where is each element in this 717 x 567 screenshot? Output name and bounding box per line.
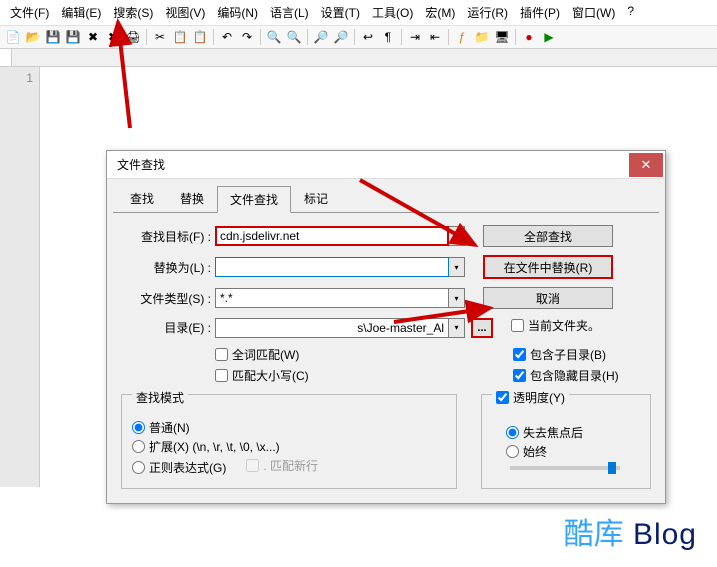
monitor-icon[interactable]: 🖥 (493, 28, 511, 46)
transparency-group: 透明度(Y) 失去焦点后 始终 (481, 394, 651, 489)
chevron-down-icon[interactable]: ▾ (449, 226, 465, 246)
current-folder-checkbox[interactable] (511, 319, 524, 332)
cut-icon[interactable]: ✂ (151, 28, 169, 46)
func-icon[interactable]: ƒ (453, 28, 471, 46)
menu-run[interactable]: 运行(R) (461, 2, 514, 23)
include-subdir-label: 包含子目录(B) (530, 346, 606, 363)
file-tabstrip (0, 49, 717, 67)
play-icon[interactable]: ▶ (540, 28, 558, 46)
file-tab[interactable] (0, 49, 12, 66)
saveall-icon[interactable]: 💾 (64, 28, 82, 46)
replace-icon[interactable]: 🔍 (285, 28, 303, 46)
include-hidden-label: 包含隐藏目录(H) (530, 367, 619, 384)
match-case-checkbox[interactable] (215, 369, 228, 382)
dir-label: 目录(E) : (121, 319, 215, 336)
wrap-icon[interactable]: ↩ (359, 28, 377, 46)
find-in-files-dialog: 文件查找 ✕ 查找 替换 文件查找 标记 查找目标(F) : ▾ 全部查找 替换… (106, 150, 666, 504)
print-icon[interactable]: 🖨 (124, 28, 142, 46)
menu-lang[interactable]: 语言(L) (264, 2, 315, 23)
match-case-label: 匹配大小写(C) (232, 367, 309, 384)
mode-normal-label: 普通(N) (149, 419, 190, 436)
menu-tools[interactable]: 工具(O) (366, 2, 419, 23)
new-icon[interactable]: 📄 (4, 28, 22, 46)
toolbar: 📄 📂 💾 💾 ✖ ✖ 🖨 ✂ 📋 📋 ↶ ↷ 🔍 🔍 🔎 🔎 ↩ ¶ ⇥ ⇤ … (0, 26, 717, 49)
dialog-tabs: 查找 替换 文件查找 标记 (107, 179, 665, 212)
transparency-label: 透明度(Y) (513, 389, 565, 406)
chevron-down-icon[interactable]: ▾ (449, 257, 465, 277)
menu-edit[interactable]: 编辑(E) (55, 2, 107, 23)
menu-macro[interactable]: 宏(M) (419, 2, 461, 23)
paste-icon[interactable]: 📋 (191, 28, 209, 46)
filetype-input[interactable] (215, 288, 449, 308)
save-icon[interactable]: 💾 (44, 28, 62, 46)
mode-normal-radio[interactable] (132, 421, 145, 434)
indent-icon[interactable]: ⇥ (406, 28, 424, 46)
menu-encoding[interactable]: 编码(N) (211, 2, 264, 23)
menu-settings[interactable]: 设置(T) (315, 2, 366, 23)
whole-word-checkbox[interactable] (215, 348, 228, 361)
dialog-body: 查找目标(F) : ▾ 全部查找 替换为(L) : ▾ 在文件中替换(R) 文件… (113, 212, 659, 497)
browse-button[interactable]: ... (471, 318, 493, 338)
undo-icon[interactable]: ↶ (218, 28, 236, 46)
current-folder-label: 当前文件夹。 (528, 317, 600, 334)
tab-mark[interactable]: 标记 (291, 185, 341, 212)
transparency-checkbox[interactable] (496, 391, 509, 404)
close-icon[interactable]: ✖ (84, 28, 102, 46)
transp-always-label: 始终 (523, 443, 547, 460)
outdent-icon[interactable]: ⇤ (426, 28, 444, 46)
menu-window[interactable]: 窗口(W) (566, 2, 621, 23)
folder-icon[interactable]: 📁 (473, 28, 491, 46)
menu-bar: 文件(F) 编辑(E) 搜索(S) 视图(V) 编码(N) 语言(L) 设置(T… (0, 0, 717, 26)
find-icon[interactable]: 🔍 (265, 28, 283, 46)
dialog-titlebar: 文件查找 ✕ (107, 151, 665, 179)
dir-input[interactable] (215, 318, 449, 338)
filetype-label: 文件类型(S) : (121, 290, 215, 307)
transparency-slider[interactable] (510, 466, 620, 470)
menu-plugins[interactable]: 插件(P) (514, 2, 566, 23)
tab-findinfiles[interactable]: 文件查找 (217, 186, 291, 213)
transp-always-radio[interactable] (506, 445, 519, 458)
menu-search[interactable]: 搜索(S) (107, 2, 159, 23)
allchars-icon[interactable]: ¶ (379, 28, 397, 46)
mode-extended-radio[interactable] (132, 440, 145, 453)
chevron-down-icon[interactable]: ▾ (449, 288, 465, 308)
mode-extended-label: 扩展(X) (\n, \r, \t, \0, \x...) (149, 438, 280, 455)
find-all-button[interactable]: 全部查找 (483, 225, 613, 247)
transp-lostfocus-radio[interactable] (506, 426, 519, 439)
menu-help[interactable]: ? (621, 2, 640, 23)
menu-file[interactable]: 文件(F) (4, 2, 55, 23)
match-newline-label: . 匹配新行 (263, 457, 318, 474)
copy-icon[interactable]: 📋 (171, 28, 189, 46)
close-button[interactable]: ✕ (629, 153, 663, 177)
closeall-icon[interactable]: ✖ (104, 28, 122, 46)
zoomout-icon[interactable]: 🔎 (332, 28, 350, 46)
transp-lostfocus-label: 失去焦点后 (523, 424, 583, 441)
match-newline-checkbox (246, 459, 259, 472)
chevron-down-icon[interactable]: ▾ (449, 318, 465, 338)
menu-view[interactable]: 视图(V) (159, 2, 211, 23)
tab-find[interactable]: 查找 (117, 185, 167, 212)
dialog-title: 文件查找 (117, 156, 165, 173)
replace-label: 替换为(L) : (121, 259, 215, 276)
redo-icon[interactable]: ↷ (238, 28, 256, 46)
search-mode-legend: 查找模式 (132, 389, 188, 406)
tab-replace[interactable]: 替换 (167, 185, 217, 212)
watermark: 酷库 Blog (564, 509, 697, 553)
replace-input[interactable] (215, 257, 449, 277)
include-subdir-checkbox[interactable] (513, 348, 526, 361)
find-label: 查找目标(F) : (121, 228, 215, 245)
whole-word-label: 全词匹配(W) (232, 346, 299, 363)
replace-in-files-button[interactable]: 在文件中替换(R) (483, 255, 613, 279)
cancel-button[interactable]: 取消 (483, 287, 613, 309)
include-hidden-checkbox[interactable] (513, 369, 526, 382)
zoomin-icon[interactable]: 🔎 (312, 28, 330, 46)
find-input[interactable] (215, 226, 449, 246)
record-icon[interactable]: ● (520, 28, 538, 46)
mode-regex-label: 正则表达式(G) (149, 459, 226, 476)
open-icon[interactable]: 📂 (24, 28, 42, 46)
mode-regex-radio[interactable] (132, 461, 145, 474)
search-mode-group: 查找模式 普通(N) 扩展(X) (\n, \r, \t, \0, \x...)… (121, 394, 457, 489)
line-gutter: 1 (0, 67, 40, 487)
